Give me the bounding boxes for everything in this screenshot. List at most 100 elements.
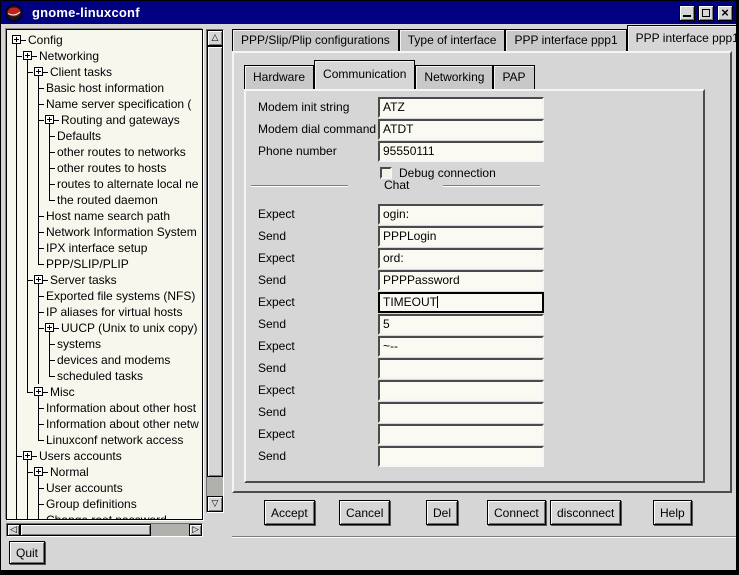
tree-item[interactable]: Networking — [11, 48, 202, 64]
tree-item[interactable]: IP aliases for virtual hosts — [11, 304, 202, 320]
expand-icon[interactable] — [34, 67, 43, 76]
tree-item[interactable]: other routes to hosts — [11, 160, 202, 176]
tree-item[interactable]: Client tasks — [11, 64, 202, 80]
tree-guide — [22, 320, 33, 336]
tree-item[interactable]: Defaults — [11, 128, 202, 144]
tab-ppp-interface-ppp1[interactable]: PPP interface ppp1 — [627, 25, 737, 51]
expect-input-7[interactable]: ~-- — [378, 336, 544, 357]
expand-icon[interactable] — [34, 275, 43, 284]
tree-item[interactable]: systems — [11, 336, 202, 352]
maximize-button[interactable] — [698, 5, 714, 21]
scroll-down-button[interactable]: ▽ — [207, 496, 223, 512]
tree-vertical-scrollbar[interactable]: △ ▽ — [206, 29, 224, 513]
tab-communication[interactable]: Communication — [314, 60, 415, 89]
minimize-button[interactable] — [679, 5, 695, 21]
expect-input-9[interactable] — [378, 380, 544, 401]
send-input-2[interactable]: PPPLogin — [378, 226, 544, 247]
tree-item[interactable]: Basic host information — [11, 80, 202, 96]
phone-number-input[interactable]: 95550111 — [378, 141, 544, 162]
config-tree-panel: ConfigNetworkingClient tasksBasic host i… — [6, 29, 203, 520]
tree-item[interactable]: Change root password — [11, 512, 202, 520]
tree-item-label: IPX interface setup — [44, 240, 147, 256]
send-input-6[interactable]: 5 — [378, 314, 544, 335]
modem-init-string-input[interactable]: ATZ — [378, 97, 544, 118]
del-button[interactable]: Del — [426, 500, 458, 525]
tree-item[interactable]: PPP/SLIP/PLIP — [11, 256, 202, 272]
modem-init-string-label: Modem init string — [258, 97, 349, 118]
expand-icon[interactable] — [34, 387, 43, 396]
tree-item[interactable]: scheduled tasks — [11, 368, 202, 384]
vertical-scrollbar-thumb[interactable] — [207, 46, 223, 477]
tree-guide — [33, 192, 44, 208]
tree-item[interactable]: Host name search path — [11, 208, 202, 224]
modem-dial-command-input[interactable]: ATDT — [378, 119, 544, 140]
quit-button[interactable]: Quit — [9, 541, 45, 564]
tree-item[interactable]: Information about other netw — [11, 416, 202, 432]
scroll-right-button[interactable]: ▷ — [189, 524, 202, 536]
tree-item[interactable]: Name server specification ( — [11, 96, 202, 112]
tab-networking[interactable]: Networking — [415, 65, 493, 89]
tree-item-label: Server tasks — [48, 272, 117, 288]
tree-item[interactable]: Routing and gateways — [11, 112, 202, 128]
tree-item-label: Network Information System — [44, 224, 197, 240]
expect-label: Expect — [258, 204, 295, 225]
tab-ppp-slip-plip-configurations[interactable]: PPP/Slip/Plip configurations — [232, 29, 399, 51]
send-input-8[interactable] — [378, 358, 544, 379]
expect-input-5[interactable]: TIMEOUT — [378, 292, 544, 313]
tree-guide — [33, 368, 44, 384]
expand-icon[interactable] — [45, 115, 54, 124]
chat-row: Send — [246, 358, 703, 379]
send-input-12[interactable] — [378, 446, 544, 467]
tree-guide — [11, 96, 22, 112]
tab-pap[interactable]: PAP — [493, 65, 534, 89]
horizontal-scrollbar-thumb[interactable] — [20, 524, 151, 536]
send-input-10[interactable] — [378, 402, 544, 423]
tree-item[interactable]: Users accounts — [11, 448, 202, 464]
tree-guide — [11, 384, 22, 400]
tree-item[interactable]: User accounts — [11, 480, 202, 496]
tab-type-of-interface[interactable]: Type of interface — [399, 29, 506, 51]
close-button[interactable]: × — [717, 5, 733, 21]
tree-item[interactable]: Network Information System — [11, 224, 202, 240]
tree-horizontal-scrollbar[interactable]: ◁ ▷ — [6, 523, 203, 537]
send-input-4[interactable]: PPPPassword — [378, 270, 544, 291]
tree-item-label: the routed daemon — [55, 192, 158, 208]
tree-item[interactable]: Normal — [11, 464, 202, 480]
tree-guide — [11, 208, 22, 224]
tree-item-label: Normal — [48, 464, 89, 480]
expand-icon[interactable] — [45, 323, 54, 332]
expand-icon[interactable] — [12, 35, 21, 44]
tree-item[interactable]: Server tasks — [11, 272, 202, 288]
expect-input-1[interactable]: ogin: — [378, 204, 544, 225]
tree-guide — [22, 304, 33, 320]
tree-item[interactable]: the routed daemon — [11, 192, 202, 208]
expand-icon[interactable] — [23, 51, 32, 60]
scroll-left-button[interactable]: ◁ — [7, 524, 20, 536]
cancel-button[interactable]: Cancel — [339, 500, 390, 525]
tree-item[interactable]: Information about other host — [11, 400, 202, 416]
tree-item[interactable]: Misc — [11, 384, 202, 400]
tree-guide — [11, 64, 22, 80]
tree-item[interactable]: IPX interface setup — [11, 240, 202, 256]
help-button[interactable]: Help — [653, 500, 692, 525]
tree-item[interactable]: Group definitions — [11, 496, 202, 512]
tree-item[interactable]: Config — [11, 32, 202, 48]
tree-item[interactable]: routes to alternate local ne — [11, 176, 202, 192]
expand-icon[interactable] — [34, 467, 43, 476]
tree-item[interactable]: Linuxconf network access — [11, 432, 202, 448]
expand-icon[interactable] — [23, 451, 32, 460]
accept-button[interactable]: Accept — [264, 500, 315, 525]
tab-hardware[interactable]: Hardware — [244, 65, 314, 89]
expect-input-3[interactable]: ord: — [378, 248, 544, 269]
connect-button[interactable]: Connect — [487, 500, 546, 525]
expect-input-11[interactable] — [378, 424, 544, 445]
tree-guide — [11, 240, 22, 256]
tab-ppp-interface-ppp1[interactable]: PPP interface ppp1 — [505, 29, 626, 51]
tree-item[interactable]: Exported file systems (NFS) — [11, 288, 202, 304]
titlebar[interactable]: gnome-linuxconf × — [1, 1, 736, 24]
tree-item[interactable]: other routes to networks — [11, 144, 202, 160]
tree-item[interactable]: UUCP (Unix to unix copy) — [11, 320, 202, 336]
disconnect-button[interactable]: disconnect — [550, 500, 621, 525]
scroll-up-button[interactable]: △ — [207, 30, 223, 46]
tree-item[interactable]: devices and modems — [11, 352, 202, 368]
